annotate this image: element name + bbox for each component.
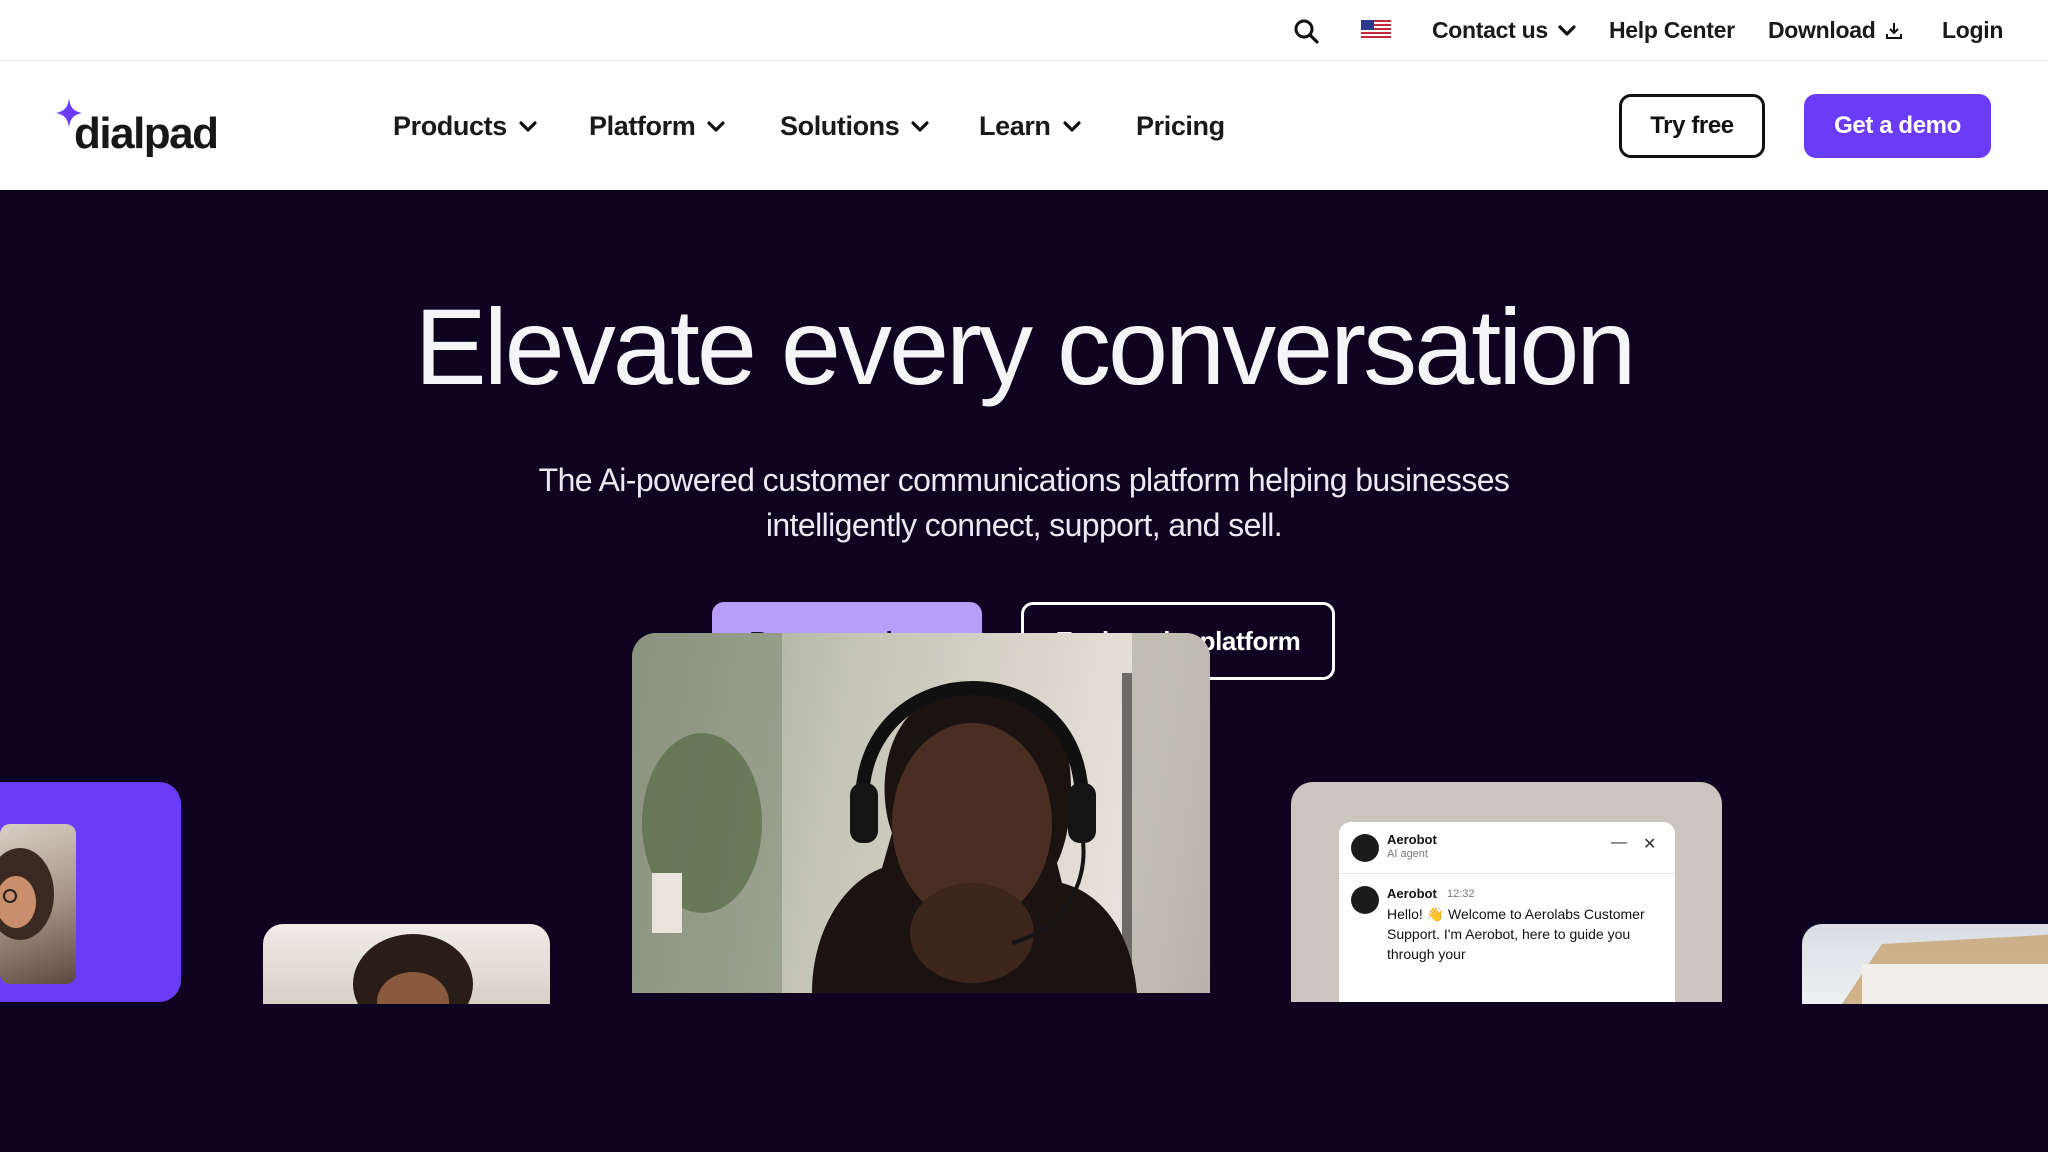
utility-bar: Contact us Help Center Download Login <box>0 0 2048 61</box>
chat-bot-name: Aerobot <box>1387 832 1437 847</box>
download-link[interactable]: Download <box>1768 17 1903 44</box>
chevron-down-icon <box>707 120 725 132</box>
chat-bot-role: AI agent <box>1387 848 1428 860</box>
download-icon <box>1886 22 1903 39</box>
woman-photo-card <box>263 924 550 1004</box>
try-free-button[interactable]: Try free <box>1619 94 1765 158</box>
nav-pricing-label: Pricing <box>1136 111 1225 141</box>
hero-subtitle: The Ai-powered customer communications p… <box>474 458 1574 548</box>
nav-pricing[interactable]: Pricing <box>1136 111 1225 142</box>
minimize-icon[interactable]: — <box>1611 834 1627 852</box>
download-label: Download <box>1768 17 1876 43</box>
chat-message-time: 12:32 <box>1447 888 1475 900</box>
sparkle-icon <box>56 98 82 128</box>
man-headset-photo <box>632 633 1210 993</box>
chevron-down-icon <box>911 120 929 132</box>
close-icon[interactable]: ✕ <box>1643 834 1656 854</box>
bot-avatar-icon <box>1351 886 1379 914</box>
nav-platform-label: Platform <box>589 111 696 141</box>
chat-message-text: Hello! 👋 Welcome to Aerolabs Customer Su… <box>1387 906 1645 962</box>
chat-header: Aerobot AI agent — ✕ <box>1339 822 1675 874</box>
nav-learn-label: Learn <box>979 111 1051 141</box>
get-a-demo-button[interactable]: Get a demo <box>1804 94 1991 158</box>
building-photo-card <box>1802 924 2048 1004</box>
hero-subtitle-line1: The Ai-powered customer communications p… <box>538 462 1510 498</box>
nav-platform[interactable]: Platform <box>589 111 725 142</box>
bot-avatar-icon <box>1351 834 1379 862</box>
us-flag-icon[interactable] <box>1361 20 1391 40</box>
chat-message-sender: Aerobot <box>1387 886 1437 901</box>
logo-text: dialpad <box>74 109 219 158</box>
chat-widget-card: Aerobot AI agent — ✕ Aerobot 12:32 Hello… <box>1291 782 1722 1002</box>
purple-photo-card <box>0 782 181 1002</box>
contact-us-link[interactable]: Contact us <box>1432 17 1576 44</box>
woman-curly-hair-photo <box>0 824 76 984</box>
contact-us-label: Contact us <box>1432 17 1548 43</box>
search-icon[interactable] <box>1292 17 1320 45</box>
chevron-down-icon <box>519 120 537 132</box>
help-center-label: Help Center <box>1609 17 1735 43</box>
nav-solutions[interactable]: Solutions <box>780 111 929 142</box>
main-nav: dialpad Products Platform Solutions Lear… <box>0 62 2048 190</box>
chevron-down-icon <box>1062 120 1081 132</box>
nav-products[interactable]: Products <box>393 111 537 142</box>
help-center-link[interactable]: Help Center <box>1609 17 1735 44</box>
login-label: Login <box>1942 17 2004 43</box>
nav-learn[interactable]: Learn <box>979 111 1081 142</box>
login-link[interactable]: Login <box>1942 17 2003 44</box>
nav-solutions-label: Solutions <box>780 111 900 141</box>
dialpad-logo[interactable]: dialpad <box>56 98 219 158</box>
chevron-down-icon <box>1558 24 1576 36</box>
nav-products-label: Products <box>393 111 507 141</box>
chat-widget: Aerobot AI agent — ✕ Aerobot 12:32 Hello… <box>1339 822 1675 1002</box>
hero-title: Elevate every conversation <box>414 286 1637 407</box>
hero-subtitle-line2: intelligently connect, support, and sell… <box>765 507 1283 543</box>
